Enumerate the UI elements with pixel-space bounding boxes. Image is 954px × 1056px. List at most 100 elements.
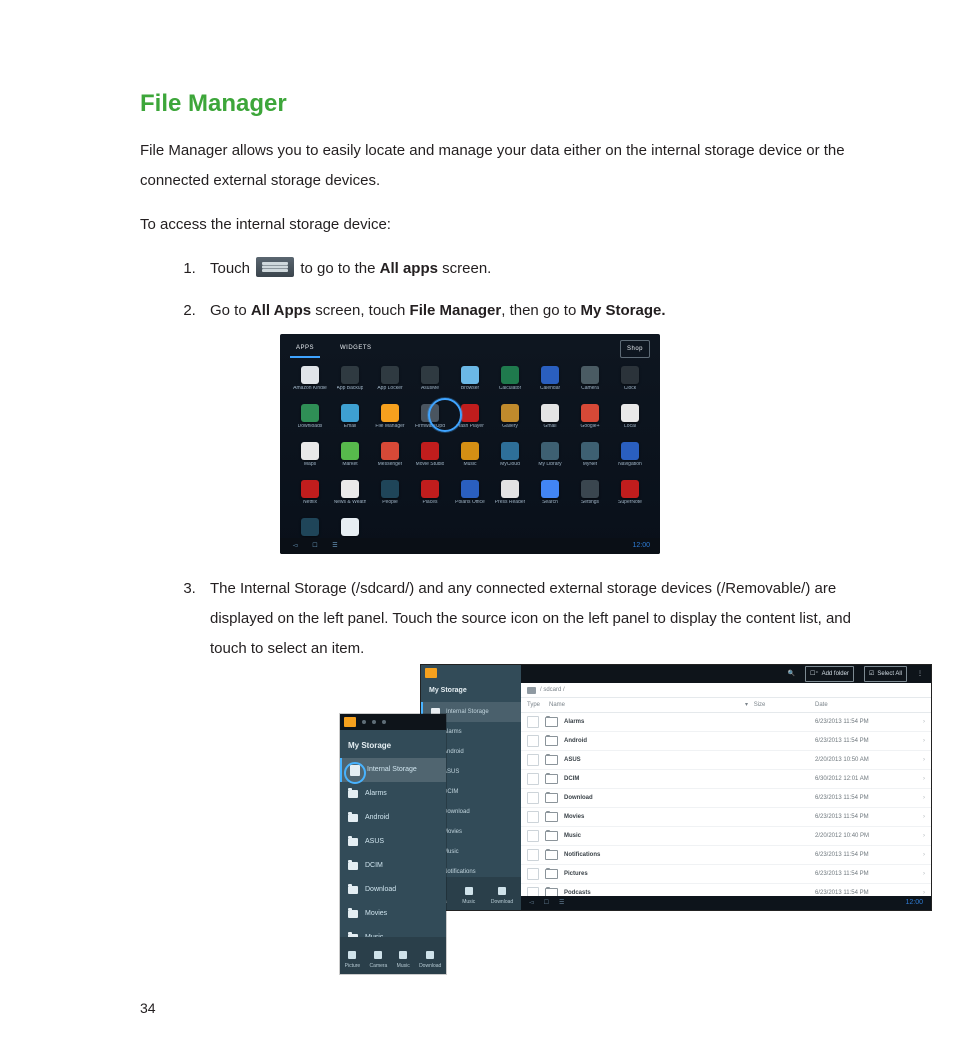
file-row[interactable]: Movies6/23/2013 11:54 PM› [521,808,931,827]
app-launcher-item[interactable]: Google+ [572,404,608,438]
shortcut-button[interactable]: Download [419,951,441,971]
sidebar-item[interactable]: Android [340,806,446,830]
app-launcher-item[interactable]: My Library [532,442,568,476]
app-launcher-item[interactable]: Music [452,442,488,476]
col-type[interactable]: Type [527,699,549,711]
app-launcher-item[interactable]: Gallery [492,404,528,438]
shortcut-button[interactable]: Download [491,887,513,907]
tab-apps[interactable]: APPS [290,340,320,358]
shortcut-button[interactable]: Camera [370,951,388,971]
app-launcher-item[interactable]: Flash Player [452,404,488,438]
app-label: Flash Player [456,424,484,430]
home-icon[interactable]: ☐ [310,540,320,552]
app-launcher-item[interactable]: Downloads [292,404,328,438]
app-launcher-item[interactable]: Gmail [532,404,568,438]
row-checkbox[interactable] [527,773,539,785]
menu-icon[interactable]: ⋮ [917,668,923,680]
app-label: Browser [461,386,479,392]
sidebar-item-label: Internal Storage [446,706,489,718]
figure-all-apps-screenshot: APPS WIDGETS Shop Amazon Kindle App Backu… [280,334,660,554]
file-row[interactable]: Pictures6/23/2013 11:54 PM› [521,865,931,884]
app-launcher-item[interactable]: Amazon Kindle [292,366,328,400]
app-launcher-item[interactable]: Market [332,442,368,476]
file-date: 6/23/2013 11:54 PM [815,716,915,728]
shortcut-label: Music [397,961,410,971]
app-icon [301,442,319,460]
file-row[interactable]: DCIM6/30/2012 12:01 AM› [521,770,931,789]
app-launcher-item[interactable]: Settings [572,480,608,514]
row-checkbox[interactable] [527,830,539,842]
home-icon[interactable]: ☐ [544,897,549,909]
app-launcher-item[interactable]: Netflix [292,480,328,514]
step-3: The Internal Storage (/sdcard/) and any … [200,574,884,984]
app-launcher-item[interactable]: Calendar [532,366,568,400]
app-launcher-item[interactable]: Calculator [492,366,528,400]
app-launcher-item[interactable]: Camera [572,366,608,400]
row-checkbox[interactable] [527,792,539,804]
recent-icon[interactable]: ☰ [330,540,340,552]
add-folder-button[interactable]: ☐⁺Add folder [805,666,854,682]
row-checkbox[interactable] [527,811,539,823]
app-launcher-item[interactable]: Press Reader [492,480,528,514]
col-name[interactable]: Name [549,699,745,711]
app-launcher-item[interactable]: MyNet [572,442,608,476]
file-row[interactable]: Android6/23/2013 11:54 PM› [521,732,931,751]
app-label: Downloads [298,424,323,430]
file-row[interactable]: Alarms6/23/2013 11:54 PM› [521,713,931,732]
app-launcher-item[interactable]: News & Weath [332,480,368,514]
folder-icon [348,886,358,894]
search-icon[interactable]: 🔍 [788,668,795,680]
app-launcher-item[interactable]: App Locker [372,366,408,400]
sidebar-item[interactable]: DCIM [340,854,446,878]
shortcut-button[interactable]: Picture [345,951,361,971]
app-launcher-item[interactable]: Clock [612,366,648,400]
back-icon[interactable]: ◅ [290,540,300,552]
app-label: AsusMe [421,386,439,392]
row-checkbox[interactable] [527,868,539,880]
app-launcher-item[interactable]: Movie Studio [412,442,448,476]
back-icon[interactable]: ◅ [529,897,534,909]
tab-widgets[interactable]: WIDGETS [334,340,378,358]
app-label: App Backup [337,386,364,392]
sidebar-item[interactable]: Download [340,878,446,902]
file-row[interactable]: Music2/20/2012 10:40 PM› [521,827,931,846]
app-launcher-item[interactable]: Places [412,480,448,514]
row-checkbox[interactable] [527,716,539,728]
app-launcher-item[interactable]: AsusMe [412,366,448,400]
sidebar-item[interactable]: Movies [340,902,446,926]
shortcut-button[interactable]: Music [462,887,475,907]
app-launcher-item[interactable]: File Manager [372,404,408,438]
recent-icon[interactable]: ☰ [559,897,564,909]
app-launcher-item[interactable]: Maps [292,442,328,476]
breadcrumb[interactable]: / sdcard / [521,683,931,698]
chevron-right-icon: › [915,830,925,842]
app-launcher-item[interactable]: Messenger [372,442,408,476]
sidebar-item[interactable]: ASUS [340,830,446,854]
row-checkbox[interactable] [527,849,539,861]
folder-icon [348,910,358,918]
app-launcher-item[interactable]: Browser [452,366,488,400]
app-launcher-item[interactable]: Search [532,480,568,514]
file-row[interactable]: Download6/23/2013 11:54 PM› [521,789,931,808]
row-checkbox[interactable] [527,735,539,747]
app-launcher-item[interactable]: FirmwareUpd [412,404,448,438]
file-row[interactable]: ASUS2/20/2013 10:50 AM› [521,751,931,770]
sidebar-item[interactable]: Alarms [340,782,446,806]
app-launcher-item[interactable]: Navigation [612,442,648,476]
row-checkbox[interactable] [527,754,539,766]
shortcut-button[interactable]: Music [397,951,410,971]
app-label: People [382,500,398,506]
col-size[interactable]: ▾ Size [745,699,815,711]
file-row[interactable]: Notifications6/23/2013 11:54 PM› [521,846,931,865]
app-launcher-item[interactable]: People [372,480,408,514]
app-launcher-item[interactable]: Polaris Office [452,480,488,514]
app-launcher-item[interactable]: SuperNote [612,480,648,514]
app-launcher-item[interactable]: Email [332,404,368,438]
app-launcher-item[interactable]: MyCloud [492,442,528,476]
col-date[interactable]: Date [815,699,925,711]
app-launcher-item[interactable]: Local [612,404,648,438]
shop-button[interactable]: Shop [620,340,650,358]
app-icon [421,480,439,498]
app-launcher-item[interactable]: App Backup [332,366,368,400]
select-all-button[interactable]: ☑Select All [864,666,907,682]
